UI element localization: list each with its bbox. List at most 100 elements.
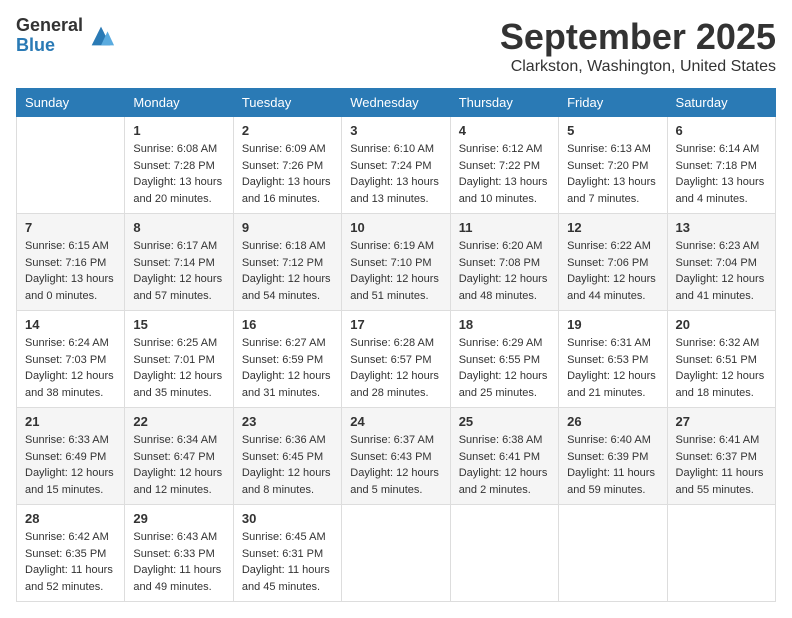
week-row-3: 14 Sunrise: 6:24 AM Sunset: 7:03 PM Dayli…: [17, 311, 776, 408]
week-row-4: 21Sunrise: 6:33 AM Sunset: 6:49 PM Dayli…: [17, 408, 776, 505]
day-number: 19: [567, 317, 658, 332]
day-info: Sunrise: 6:37 AM Sunset: 6:43 PM Dayligh…: [350, 432, 441, 498]
calendar-cell: 15Sunrise: 6:25 AM Sunset: 7:01 PM Dayli…: [125, 311, 233, 408]
day-info: Sunrise: 6:25 AM Sunset: 7:01 PM Dayligh…: [133, 335, 224, 401]
day-number: 3: [350, 123, 441, 138]
location-text: Clarkston, Washington, United States: [500, 58, 776, 76]
day-number: 23: [242, 414, 333, 429]
calendar-cell: [450, 505, 558, 602]
day-number: 13: [676, 220, 767, 235]
day-number: 4: [459, 123, 550, 138]
day-info: Sunrise: 6:24 AM Sunset: 7:03 PM Dayligh…: [25, 335, 116, 401]
calendar-cell: 22 Sunrise: 6:34 AM Sunset: 6:47 PM Dayli…: [125, 408, 233, 505]
calendar-cell: 4 Sunrise: 6:12 AM Sunset: 7:22 PM Daylig…: [450, 117, 558, 214]
day-number: 21: [25, 414, 116, 429]
weekday-header-row: SundayMondayTuesdayWednesdayThursdayFrid…: [17, 89, 776, 117]
weekday-header-tuesday: Tuesday: [233, 89, 341, 117]
day-info: Sunrise: 6:41 AM Sunset: 6:37 PM Dayligh…: [676, 432, 767, 498]
calendar-cell: 1Sunrise: 6:08 AM Sunset: 7:28 PM Daylig…: [125, 117, 233, 214]
day-number: 17: [350, 317, 441, 332]
calendar-cell: 28 Sunrise: 6:42 AM Sunset: 6:35 PM Dayli…: [17, 505, 125, 602]
week-row-2: 7Sunrise: 6:15 AM Sunset: 7:16 PM Daylig…: [17, 214, 776, 311]
day-number: 12: [567, 220, 658, 235]
calendar-cell: 14 Sunrise: 6:24 AM Sunset: 7:03 PM Dayli…: [17, 311, 125, 408]
day-info: Sunrise: 6:40 AM Sunset: 6:39 PM Dayligh…: [567, 432, 658, 498]
day-info: Sunrise: 6:08 AM Sunset: 7:28 PM Dayligh…: [133, 141, 224, 207]
logo: General Blue: [16, 16, 115, 56]
calendar-cell: 12 Sunrise: 6:22 AM Sunset: 7:06 PM Dayli…: [559, 214, 667, 311]
day-info: Sunrise: 6:29 AM Sunset: 6:55 PM Dayligh…: [459, 335, 550, 401]
day-number: 18: [459, 317, 550, 332]
day-info: Sunrise: 6:12 AM Sunset: 7:22 PM Dayligh…: [459, 141, 550, 207]
day-info: Sunrise: 6:27 AM Sunset: 6:59 PM Dayligh…: [242, 335, 333, 401]
day-number: 14: [25, 317, 116, 332]
day-info: Sunrise: 6:22 AM Sunset: 7:06 PM Dayligh…: [567, 238, 658, 304]
calendar-cell: 21Sunrise: 6:33 AM Sunset: 6:49 PM Dayli…: [17, 408, 125, 505]
calendar-cell: 3 Sunrise: 6:10 AM Sunset: 7:24 PM Daylig…: [342, 117, 450, 214]
day-number: 30: [242, 511, 333, 526]
weekday-header-saturday: Saturday: [667, 89, 775, 117]
day-info: Sunrise: 6:18 AM Sunset: 7:12 PM Dayligh…: [242, 238, 333, 304]
calendar-cell: 30 Sunrise: 6:45 AM Sunset: 6:31 PM Dayli…: [233, 505, 341, 602]
calendar-cell: 6 Sunrise: 6:14 AM Sunset: 7:18 PM Daylig…: [667, 117, 775, 214]
day-info: Sunrise: 6:14 AM Sunset: 7:18 PM Dayligh…: [676, 141, 767, 207]
day-info: Sunrise: 6:45 AM Sunset: 6:31 PM Dayligh…: [242, 529, 333, 595]
day-info: Sunrise: 6:19 AM Sunset: 7:10 PM Dayligh…: [350, 238, 441, 304]
page-header: General Blue September 2025 Clarkston, W…: [16, 16, 776, 76]
weekday-header-sunday: Sunday: [17, 89, 125, 117]
calendar-cell: 26 Sunrise: 6:40 AM Sunset: 6:39 PM Dayli…: [559, 408, 667, 505]
calendar-cell: 5 Sunrise: 6:13 AM Sunset: 7:20 PM Daylig…: [559, 117, 667, 214]
calendar-table: SundayMondayTuesdayWednesdayThursdayFrid…: [16, 88, 776, 602]
logo-icon: [87, 22, 115, 50]
day-info: Sunrise: 6:09 AM Sunset: 7:26 PM Dayligh…: [242, 141, 333, 207]
logo-general-text: General: [16, 16, 83, 36]
calendar-header: SundayMondayTuesdayWednesdayThursdayFrid…: [17, 89, 776, 117]
day-number: 5: [567, 123, 658, 138]
calendar-cell: 7Sunrise: 6:15 AM Sunset: 7:16 PM Daylig…: [17, 214, 125, 311]
day-number: 26: [567, 414, 658, 429]
day-info: Sunrise: 6:36 AM Sunset: 6:45 PM Dayligh…: [242, 432, 333, 498]
calendar-cell: [667, 505, 775, 602]
day-number: 7: [25, 220, 116, 235]
weekday-header-wednesday: Wednesday: [342, 89, 450, 117]
weekday-header-monday: Monday: [125, 89, 233, 117]
calendar-cell: 17 Sunrise: 6:28 AM Sunset: 6:57 PM Dayli…: [342, 311, 450, 408]
calendar-cell: 29 Sunrise: 6:43 AM Sunset: 6:33 PM Dayli…: [125, 505, 233, 602]
calendar-cell: 19Sunrise: 6:31 AM Sunset: 6:53 PM Dayli…: [559, 311, 667, 408]
day-number: 22: [133, 414, 224, 429]
day-number: 20: [676, 317, 767, 332]
day-info: Sunrise: 6:34 AM Sunset: 6:47 PM Dayligh…: [133, 432, 224, 498]
day-number: 29: [133, 511, 224, 526]
calendar-cell: 20 Sunrise: 6:32 AM Sunset: 6:51 PM Dayli…: [667, 311, 775, 408]
day-info: Sunrise: 6:17 AM Sunset: 7:14 PM Dayligh…: [133, 238, 224, 304]
day-info: Sunrise: 6:10 AM Sunset: 7:24 PM Dayligh…: [350, 141, 441, 207]
day-number: 6: [676, 123, 767, 138]
calendar-cell: 24Sunrise: 6:37 AM Sunset: 6:43 PM Dayli…: [342, 408, 450, 505]
day-number: 28: [25, 511, 116, 526]
day-info: Sunrise: 6:20 AM Sunset: 7:08 PM Dayligh…: [459, 238, 550, 304]
day-info: Sunrise: 6:32 AM Sunset: 6:51 PM Dayligh…: [676, 335, 767, 401]
day-number: 27: [676, 414, 767, 429]
day-number: 25: [459, 414, 550, 429]
day-info: Sunrise: 6:42 AM Sunset: 6:35 PM Dayligh…: [25, 529, 116, 595]
calendar-cell: 16Sunrise: 6:27 AM Sunset: 6:59 PM Dayli…: [233, 311, 341, 408]
weekday-header-friday: Friday: [559, 89, 667, 117]
day-number: 11: [459, 220, 550, 235]
calendar-cell: 27 Sunrise: 6:41 AM Sunset: 6:37 PM Dayli…: [667, 408, 775, 505]
day-info: Sunrise: 6:43 AM Sunset: 6:33 PM Dayligh…: [133, 529, 224, 595]
logo-blue-text: Blue: [16, 36, 83, 56]
day-info: Sunrise: 6:28 AM Sunset: 6:57 PM Dayligh…: [350, 335, 441, 401]
calendar-cell: 25 Sunrise: 6:38 AM Sunset: 6:41 PM Dayli…: [450, 408, 558, 505]
weekday-header-thursday: Thursday: [450, 89, 558, 117]
day-number: 8: [133, 220, 224, 235]
day-info: Sunrise: 6:13 AM Sunset: 7:20 PM Dayligh…: [567, 141, 658, 207]
title-area: September 2025 Clarkston, Washington, Un…: [500, 16, 776, 76]
calendar-cell: 18 Sunrise: 6:29 AM Sunset: 6:55 PM Dayli…: [450, 311, 558, 408]
week-row-5: 28 Sunrise: 6:42 AM Sunset: 6:35 PM Dayli…: [17, 505, 776, 602]
calendar-body: 1Sunrise: 6:08 AM Sunset: 7:28 PM Daylig…: [17, 117, 776, 602]
day-info: Sunrise: 6:23 AM Sunset: 7:04 PM Dayligh…: [676, 238, 767, 304]
calendar-cell: 13 Sunrise: 6:23 AM Sunset: 7:04 PM Dayli…: [667, 214, 775, 311]
calendar-cell: [559, 505, 667, 602]
day-info: Sunrise: 6:38 AM Sunset: 6:41 PM Dayligh…: [459, 432, 550, 498]
day-number: 2: [242, 123, 333, 138]
